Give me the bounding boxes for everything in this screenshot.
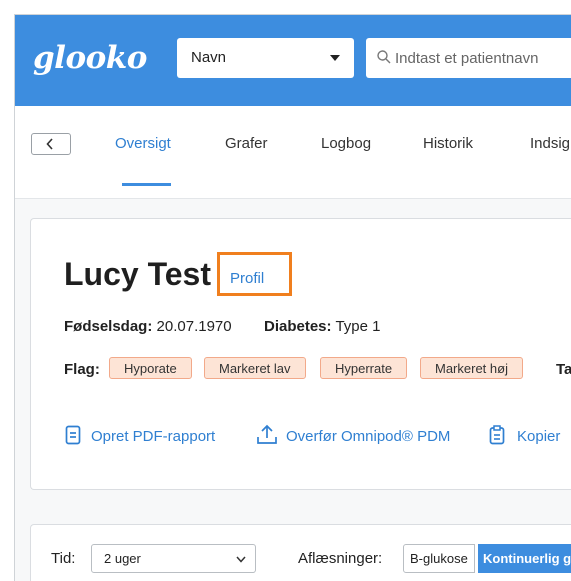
tab-historik[interactable]: Historik [423, 135, 473, 152]
readings-option-kontinuerlig[interactable]: Kontinuerlig g [478, 544, 571, 573]
time-range-select[interactable]: 2 uger [91, 544, 256, 573]
chevron-left-icon [46, 138, 53, 150]
search-placeholder: Indtast et patientnavn [395, 50, 539, 67]
document-icon [65, 425, 81, 445]
flag-markeret-hoj[interactable]: Markeret høj [420, 357, 523, 379]
copy-link[interactable]: Kopier [517, 428, 560, 445]
search-type-label: Navn [191, 49, 227, 66]
diabetes-label: Diabetes: [264, 318, 332, 335]
upload-omnipod-link[interactable]: Overfør Omnipod® PDM [286, 428, 450, 445]
chevron-down-icon [236, 556, 246, 563]
active-tab-indicator [122, 183, 171, 186]
search-type-select[interactable]: Navn [177, 38, 354, 78]
profile-link[interactable]: Profil [230, 270, 264, 287]
birthday-info: Fødselsdag: 20.07.1970 [64, 318, 232, 335]
flag-hyporate[interactable]: Hyporate [109, 357, 192, 379]
diabetes-value: Type 1 [335, 318, 381, 335]
patient-name: Lucy Test [64, 256, 211, 292]
tab-indsigter[interactable]: Indsig [530, 135, 570, 152]
tab-oversigt[interactable]: Oversigt [115, 135, 171, 152]
patient-search-input[interactable]: Indtast et patientnavn [366, 38, 571, 78]
back-button[interactable] [31, 133, 71, 155]
flags-overflow-text: Ta [556, 361, 571, 378]
clipboard-icon [489, 425, 505, 445]
glooko-logo: glooko [33, 40, 147, 76]
readings-option-b-glukose[interactable]: B-glukose [403, 544, 475, 573]
search-icon [377, 50, 391, 64]
tab-logbog[interactable]: Logbog [321, 135, 371, 152]
birthday-label: Fødselsdag: [64, 318, 153, 335]
upload-icon [257, 424, 277, 444]
time-label: Tid: [51, 550, 76, 567]
filter-card: Tid: 2 uger Aflæsninger: B-glukose Konti… [30, 524, 571, 581]
birthday-value: 20.07.1970 [156, 318, 232, 335]
patient-card: Lucy Test Profil Fødselsdag: 20.07.1970 … [30, 218, 571, 490]
flag-hyperrate[interactable]: Hyperrate [320, 357, 408, 379]
tab-grafer[interactable]: Grafer [225, 135, 268, 152]
tab-bar: Oversigt Grafer Logbog Historik Indsig [15, 106, 571, 199]
top-bar: glooko Navn Indtast et patientnavn [15, 15, 571, 106]
time-range-value: 2 uger [104, 551, 141, 566]
diabetes-info: Diabetes: Type 1 [264, 318, 380, 335]
flag-markeret-lav[interactable]: Markeret lav [204, 357, 306, 379]
readings-label: Aflæsninger: [298, 550, 383, 567]
flags-label: Flag: [64, 361, 100, 378]
app-frame: glooko Navn Indtast et patientnavn Overs… [14, 14, 571, 581]
create-pdf-report-link[interactable]: Opret PDF-rapport [91, 428, 215, 445]
chevron-down-icon [330, 55, 340, 61]
